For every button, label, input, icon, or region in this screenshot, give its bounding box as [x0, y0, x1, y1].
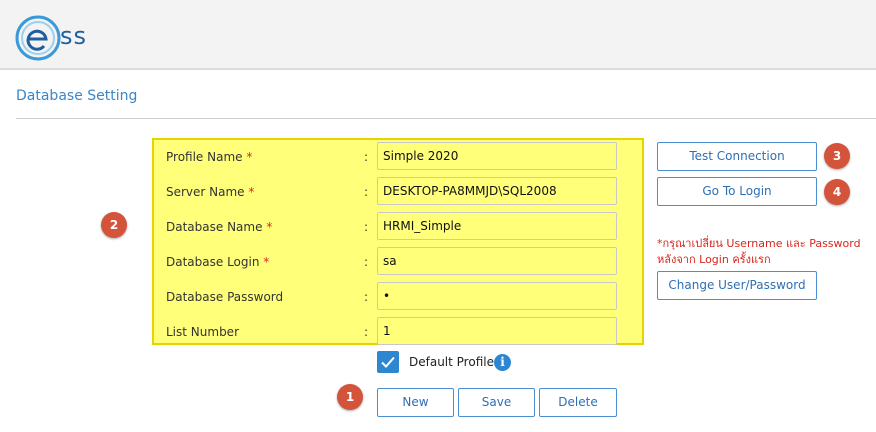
callout-badge-4: 4	[824, 179, 850, 205]
list-number-input[interactable]: 1	[377, 317, 617, 345]
colon: :	[364, 185, 369, 199]
colon: :	[364, 150, 369, 164]
database-password-label: Database Password	[166, 290, 284, 304]
colon: :	[364, 220, 369, 234]
info-icon[interactable]: i	[494, 354, 511, 371]
header-bar: ss	[0, 0, 876, 70]
profile-name-label: Profile Name *	[166, 150, 253, 164]
callout-badge-3: 3	[824, 143, 850, 169]
page-title: Database Setting	[16, 88, 138, 104]
default-profile-label: Default Profile	[409, 355, 494, 369]
new-button[interactable]: New	[377, 388, 454, 417]
profile-name-input[interactable]: Simple 2020	[377, 142, 617, 170]
save-button[interactable]: Save	[458, 388, 535, 417]
server-name-input[interactable]: DESKTOP-PA8MMJD\SQL2008	[377, 177, 617, 205]
colon: :	[364, 255, 369, 269]
list-number-label: List Number	[166, 325, 239, 339]
database-login-label: Database Login *	[166, 255, 270, 269]
database-password-input[interactable]: •	[377, 282, 617, 310]
database-login-input[interactable]: sa	[377, 247, 617, 275]
database-name-label: Database Name *	[166, 220, 273, 234]
database-name-input[interactable]: HRMI_Simple	[377, 212, 617, 240]
change-user-password-button[interactable]: Change User/Password	[657, 271, 817, 300]
go-to-login-button[interactable]: Go To Login	[657, 177, 817, 206]
callout-badge-1: 1	[337, 384, 363, 410]
colon: :	[364, 325, 369, 339]
test-connection-button[interactable]: Test Connection	[657, 142, 817, 171]
server-name-label: Server Name *	[166, 185, 255, 199]
change-password-note: *กรุณาเปลี่ยน Username และ Password หลัง…	[657, 237, 861, 266]
colon: :	[364, 290, 369, 304]
logo-text: ss	[60, 22, 88, 50]
delete-button[interactable]: Delete	[539, 388, 617, 417]
check-icon	[381, 356, 395, 368]
callout-badge-2: 2	[101, 212, 127, 238]
default-profile-checkbox[interactable]	[377, 351, 399, 373]
title-divider	[16, 118, 876, 119]
